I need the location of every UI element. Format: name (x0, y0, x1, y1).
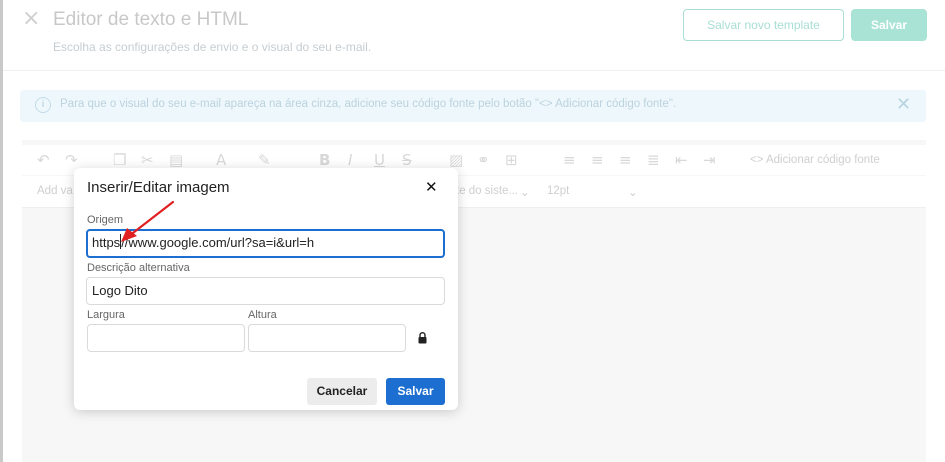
bold-icon[interactable]: B (319, 150, 330, 170)
chevron-down-icon: ⌄ (520, 187, 530, 199)
height-input[interactable] (248, 324, 406, 352)
lock-icon[interactable] (418, 332, 427, 344)
paste-icon[interactable]: ▤ (169, 150, 183, 170)
alt-text-label: Descrição alternativa (87, 262, 190, 274)
info-icon: i (35, 97, 51, 113)
cut-icon[interactable]: ✂ (141, 150, 154, 170)
align-left-icon[interactable]: ≡ (563, 150, 576, 170)
save-button[interactable]: Salvar (851, 9, 927, 41)
redo-icon[interactable]: ↷ (65, 150, 78, 170)
save-template-button[interactable]: Salvar novo template (683, 9, 844, 41)
underline-icon[interactable]: U (374, 150, 385, 170)
close-icon[interactable]: × (22, 8, 40, 30)
copy-icon[interactable]: ❐ (113, 150, 126, 170)
add-source-code-button[interactable]: <> Adicionar código fonte (750, 154, 880, 166)
dialog-title: Inserir/Editar imagem (87, 179, 230, 196)
dialog-save-button[interactable]: Salvar (386, 378, 445, 405)
width-input[interactable] (87, 324, 245, 352)
table-icon[interactable]: ⊞ (505, 150, 518, 170)
undo-icon[interactable]: ↶ (37, 150, 50, 170)
info-banner-text: Para que o visual do seu e-mail apareça … (60, 98, 677, 110)
align-center-icon[interactable]: ≡ (591, 150, 604, 170)
cancel-button[interactable]: Cancelar (307, 378, 377, 405)
outdent-icon[interactable]: ⇤ (675, 150, 688, 170)
add-variable-dropdown[interactable]: Add va (37, 185, 73, 197)
annotation-arrow-icon (121, 200, 175, 242)
justify-icon[interactable]: ≣ (647, 150, 660, 170)
image-icon[interactable]: ▨ (449, 150, 463, 170)
strikethrough-icon[interactable]: S (402, 150, 412, 170)
font-family-dropdown[interactable]: te do siste... (456, 185, 518, 197)
align-right-icon[interactable]: ≡ (619, 150, 632, 170)
text-color-icon[interactable]: A (216, 150, 226, 170)
italic-icon[interactable]: I (348, 150, 352, 170)
width-label: Largura (87, 309, 125, 321)
page-subtitle: Escolha as configurações de envio e o vi… (53, 40, 372, 54)
height-label: Altura (248, 309, 277, 321)
banner-close-icon[interactable]: ✕ (896, 95, 911, 115)
link-icon[interactable]: ⚭ (477, 150, 490, 170)
alt-text-input[interactable]: Logo Dito (86, 277, 445, 305)
font-size-dropdown[interactable]: 12pt (547, 185, 569, 197)
highlight-color-icon[interactable]: ✎ (258, 150, 271, 170)
page-title: Editor de texto e HTML (53, 9, 249, 30)
indent-icon[interactable]: ⇥ (703, 150, 716, 170)
header-divider (3, 70, 945, 71)
chevron-down-icon: ⌄ (628, 187, 638, 199)
dialog-close-icon[interactable]: ✕ (425, 178, 438, 196)
